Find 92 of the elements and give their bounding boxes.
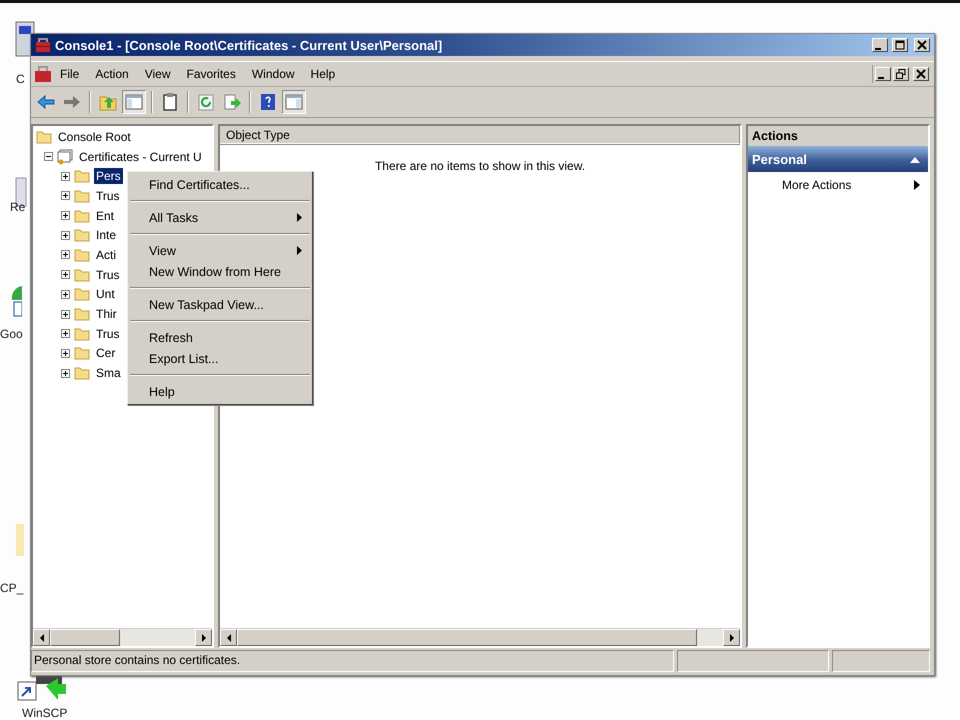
action-item[interactable]: More Actions: [748, 172, 928, 198]
tree-item[interactable]: Console Root: [56, 128, 133, 145]
horizontal-scrollbar[interactable]: [220, 628, 740, 646]
expand-icon[interactable]: [61, 191, 70, 200]
close-icon: [916, 69, 926, 79]
menu-item[interactable]: Favorites: [178, 65, 244, 83]
tree-item[interactable]: Sma: [94, 365, 123, 382]
expand-icon[interactable]: [61, 348, 70, 358]
context-menu-item[interactable]: Export List...: [128, 348, 312, 369]
folder-icon: [74, 248, 90, 262]
tree-item[interactable]: Trus: [94, 266, 122, 283]
desktop-icon-label[interactable]: CP_: [0, 581, 24, 595]
scroll-right-icon: [200, 634, 206, 642]
tree-item[interactable]: Unt: [94, 286, 117, 302]
actions-section-header[interactable]: Personal: [748, 146, 928, 172]
folder-icon: [74, 346, 90, 360]
horizontal-scrollbar[interactable]: [33, 628, 212, 646]
context-menu-item[interactable]: View: [128, 240, 312, 261]
restore-button[interactable]: [893, 67, 909, 81]
tree-item[interactable]: Ent: [94, 208, 116, 224]
context-menu-item[interactable]: Help: [128, 381, 312, 402]
expand-icon[interactable]: [61, 270, 70, 280]
folder-icon: [36, 130, 52, 144]
expand-icon[interactable]: [61, 290, 70, 299]
menu-item[interactable]: Window: [244, 65, 303, 83]
expand-icon[interactable]: [61, 211, 70, 220]
folder-icon: [74, 208, 90, 223]
minimize-icon: [878, 77, 884, 79]
expand-icon[interactable]: [61, 329, 70, 338]
menu-item[interactable]: File: [52, 65, 88, 83]
maximize-icon: [895, 40, 905, 50]
folder-icon: [74, 307, 90, 322]
expand-icon[interactable]: [61, 310, 70, 319]
tree-pane-icon: [124, 92, 144, 112]
menu-item[interactable]: View: [136, 65, 178, 83]
close-button[interactable]: [913, 67, 929, 81]
folder-icon: [74, 228, 90, 242]
scroll-right-icon: [728, 634, 734, 642]
status-text: Personal store contains no certificates.: [31, 650, 674, 672]
console-app-icon: [35, 37, 51, 53]
folder-icon: [74, 326, 90, 341]
export-icon: [222, 92, 242, 112]
pane-title: Actions: [748, 126, 928, 146]
action-pane-icon: [284, 92, 304, 112]
tree-item[interactable]: Inte: [94, 227, 118, 244]
context-menu-item[interactable]: New Taskpad View...: [128, 294, 312, 315]
tree-item[interactable]: Acti: [94, 246, 118, 263]
minimize-button[interactable]: [875, 67, 891, 81]
desktop-icon-label[interactable]: WinSCP: [22, 706, 68, 720]
column-header[interactable]: Object Type: [220, 126, 740, 144]
folder-icon: [74, 287, 90, 302]
console-app-icon: [34, 65, 52, 83]
folder-icon: [74, 169, 90, 184]
empty-message: There are no items to show in this view.: [374, 159, 586, 173]
folder-icon: [74, 366, 90, 380]
close-icon: [917, 40, 927, 50]
desktop-icon-label[interactable]: C: [16, 72, 25, 86]
context-menu-item[interactable]: All Tasks: [128, 207, 312, 228]
context-menu-item[interactable]: New Window from Here: [128, 261, 312, 282]
tree-item[interactable]: Certificates - Current U: [77, 148, 204, 165]
desktop-icon-label[interactable]: Re: [10, 200, 26, 214]
expand-icon[interactable]: [61, 230, 70, 240]
collapse-icon[interactable]: [44, 152, 53, 162]
context-menu-item[interactable]: Find Certificates...: [128, 174, 312, 195]
menu-item[interactable]: Help: [302, 65, 344, 83]
tree-item[interactable]: Thir: [94, 306, 119, 322]
tree-item[interactable]: Trus: [94, 326, 122, 342]
minimize-button[interactable]: [872, 38, 888, 52]
expand-icon[interactable]: [61, 250, 70, 260]
context-menu-item[interactable]: Refresh: [128, 327, 312, 348]
folder-icon: [74, 268, 90, 282]
maximize-button[interactable]: [892, 38, 908, 52]
tree-pane-button[interactable]: [122, 90, 146, 114]
back-icon: [36, 92, 56, 112]
expand-icon[interactable]: [61, 368, 70, 378]
desktop-icon-label[interactable]: Goo: [0, 327, 23, 341]
tree-item[interactable]: Trus: [94, 188, 122, 204]
refresh-icon: [196, 92, 216, 112]
minimize-icon: [875, 48, 881, 50]
restore-icon: [896, 69, 906, 79]
close-button[interactable]: [914, 38, 930, 52]
menu-item[interactable]: Action: [87, 65, 137, 83]
scroll-left-icon: [38, 634, 44, 642]
certificate-icon: [57, 148, 73, 165]
expand-icon[interactable]: [61, 172, 70, 181]
help-icon: [258, 92, 278, 112]
tree-item[interactable]: Cer: [94, 345, 118, 362]
action-pane-button[interactable]: [282, 90, 306, 114]
window-title: Console1 - [Console Root\Certificates - Current User\Personal]: [55, 38, 444, 52]
tree-item[interactable]: Pers: [94, 168, 123, 184]
scroll-left-icon: [226, 634, 232, 642]
folder-icon: [74, 188, 90, 203]
